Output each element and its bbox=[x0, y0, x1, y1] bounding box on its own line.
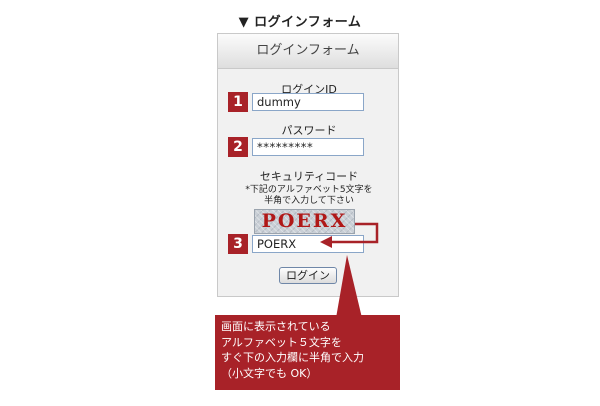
captcha-to-input-arrow bbox=[331, 222, 379, 244]
arrowhead-icon bbox=[320, 236, 332, 248]
callout-pointer bbox=[336, 255, 362, 318]
callout-line-3: すぐ下の入力欄に半角で入力 bbox=[221, 351, 364, 364]
callout-line-1: 画面に表示されている bbox=[221, 320, 331, 333]
instruction-callout: 画面に表示されている アルファベット５文字を すぐ下の入力欄に半角で入力 （小文… bbox=[215, 315, 400, 390]
callout-line-4: （小文字でも OK） bbox=[221, 366, 318, 380]
callout-line-2: アルファベット５文字を bbox=[221, 335, 342, 349]
